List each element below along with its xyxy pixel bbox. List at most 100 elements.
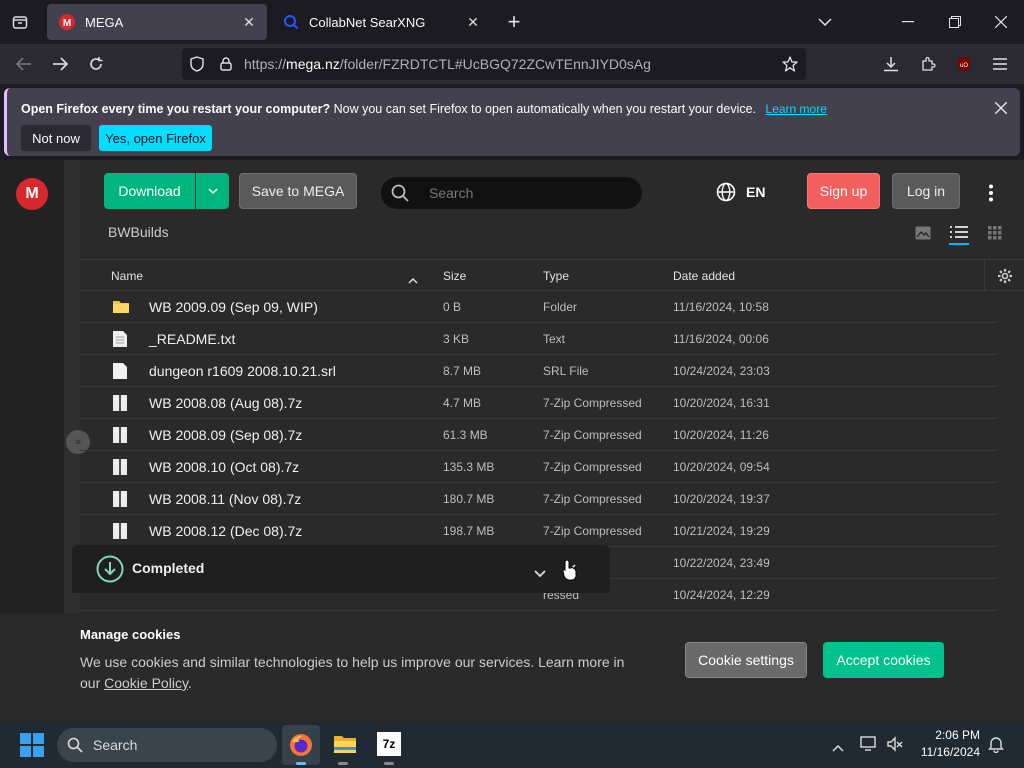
file-name: WB 2008.10 (Oct 08).7z	[149, 459, 300, 475]
mouse-pointer-icon	[562, 559, 578, 586]
mega-logo[interactable]: M	[16, 178, 48, 210]
file-size: 8.7 MB	[443, 364, 482, 378]
grid-view-icon[interactable]	[988, 226, 1002, 245]
file-size: 135.3 MB	[443, 460, 495, 474]
file-date: 10/20/2024, 16:31	[673, 396, 770, 410]
bookmark-star-icon[interactable]	[782, 56, 798, 72]
firefox-view-icon[interactable]	[6, 8, 34, 36]
restore-icon[interactable]	[941, 8, 969, 36]
table-row[interactable]: WB 2008.11 (Nov 08).7z 180.7 MB 7-Zip Co…	[80, 483, 997, 515]
firefox-icon	[289, 733, 313, 762]
file-size: 61.3 MB	[443, 428, 488, 442]
taskbar-search-box[interactable]: Search	[57, 728, 277, 762]
file-explorer-icon[interactable]	[333, 733, 357, 760]
text-file-icon	[112, 330, 130, 348]
log-in-button[interactable]: Log in	[892, 173, 960, 209]
table-row[interactable]: dungeon r1609 2008.10.21.srl 8.7 MB SRL …	[80, 355, 997, 387]
file-type: 7-Zip Compressed	[543, 524, 642, 538]
menu-hamburger-icon[interactable]	[986, 50, 1014, 78]
tab-searxng[interactable]: CollabNet SearXNG ✕	[271, 4, 491, 40]
learn-more-link[interactable]: Learn more	[766, 102, 827, 116]
notification-title: Open Firefox every time you restart your…	[21, 102, 331, 116]
more-options-icon[interactable]	[988, 184, 994, 207]
reload-icon[interactable]	[82, 50, 110, 78]
file-date: 10/22/2024, 23:49	[673, 556, 770, 570]
save-to-mega-button[interactable]: Save to MEGA	[239, 173, 357, 209]
close-tab-icon[interactable]: ✕	[465, 14, 481, 30]
thumbnail-view-icon[interactable]	[915, 226, 931, 245]
column-name[interactable]: Name	[111, 269, 143, 283]
archive-icon	[112, 522, 130, 540]
ublock-origin-icon[interactable]: uO	[950, 50, 978, 78]
column-type[interactable]: Type	[543, 269, 569, 283]
download-button[interactable]: Download	[104, 173, 195, 209]
sign-up-button[interactable]: Sign up	[807, 173, 880, 209]
tab-mega[interactable]: M MEGA ✕	[47, 4, 267, 40]
folder-icon	[112, 298, 130, 316]
table-row[interactable]: WB 2008.08 (Aug 08).7z 4.7 MB 7-Zip Comp…	[80, 387, 997, 419]
taskbar-search-label: Search	[93, 737, 138, 753]
table-row[interactable]: WB 2008.12 (Dec 08).7z 198.7 MB 7-Zip Co…	[80, 515, 997, 547]
forward-icon[interactable]	[46, 50, 74, 78]
7zip-icon[interactable]: 7z	[377, 732, 401, 756]
minimize-icon[interactable]	[894, 8, 922, 36]
sort-ascending-icon[interactable]	[408, 271, 418, 289]
url-path: /folder/FZRDTCTL#UcBGQ72ZCwTEnnJIYD0sAg	[339, 56, 651, 72]
file-type: 7-Zip Compressed	[543, 428, 642, 442]
show-hidden-icons-chevron-icon[interactable]	[832, 739, 844, 757]
downloads-icon[interactable]	[877, 50, 905, 78]
collapse-chevron-icon[interactable]	[534, 565, 546, 583]
archive-icon	[112, 490, 130, 508]
url-host: mega.nz	[286, 56, 340, 72]
folder-breadcrumb[interactable]: BWBuilds	[108, 224, 169, 240]
accept-cookies-button[interactable]: Accept cookies	[823, 642, 944, 678]
download-options-chevron-icon[interactable]	[196, 173, 229, 209]
column-settings-gear-icon[interactable]	[984, 260, 1024, 291]
search-input[interactable]: Search	[429, 185, 473, 201]
close-notification-icon[interactable]	[987, 94, 1015, 122]
close-tab-icon[interactable]: ✕	[241, 14, 257, 30]
notification-bell-icon[interactable]	[988, 735, 1004, 758]
file-name: dungeon r1609 2008.10.21.srl	[149, 363, 336, 379]
file-size: 3 KB	[443, 332, 470, 346]
cookie-settings-button[interactable]: Cookie settings	[685, 642, 807, 678]
notification-text: Now you can set Firefox to open automati…	[330, 102, 757, 116]
new-tab-icon[interactable]: +	[500, 8, 528, 36]
svg-text:uO: uO	[960, 63, 968, 69]
search-icon	[391, 184, 409, 207]
column-date-added[interactable]: Date added	[673, 269, 735, 283]
close-window-icon[interactable]	[987, 8, 1015, 36]
list-tabs-icon[interactable]	[811, 8, 839, 36]
table-row[interactable]: WB 2008.10 (Oct 08).7z 135.3 MB 7-Zip Co…	[80, 451, 997, 483]
tab-label: MEGA	[85, 14, 124, 30]
transfer-completed-panel[interactable]: Completed	[72, 545, 610, 593]
address-bar[interactable]: https://mega.nz/folder/FZRDTCTL#UcBGQ72Z…	[182, 48, 806, 80]
file-name: WB 2008.11 (Nov 08).7z	[149, 491, 302, 507]
back-icon[interactable]	[10, 50, 38, 78]
network-icon[interactable]	[860, 735, 878, 758]
extensions-icon[interactable]	[914, 50, 942, 78]
column-size[interactable]: Size	[443, 269, 466, 283]
tracking-protection-icon[interactable]	[190, 56, 206, 72]
yes-open-firefox-button[interactable]: Yes, open Firefox	[99, 125, 212, 151]
volume-muted-icon[interactable]	[886, 735, 904, 758]
lock-icon[interactable]	[220, 57, 234, 71]
table-row[interactable]: WB 2009.09 (Sep 09, WIP) 0 B Folder 11/1…	[80, 291, 997, 323]
taskbar-time[interactable]: 2:06 PM	[930, 728, 980, 742]
language-selector[interactable]: EN	[746, 184, 765, 200]
mega-page: M » Download Save to MEGA Search EN Sign…	[0, 160, 1024, 722]
list-view-icon[interactable]	[949, 224, 969, 251]
archive-icon	[112, 426, 130, 444]
url-text[interactable]: https://mega.nz/folder/FZRDTCTL#UcBGQ72Z…	[244, 56, 651, 72]
globe-icon[interactable]	[716, 182, 736, 207]
taskbar-date[interactable]: 11/16/2024	[918, 745, 980, 759]
archive-icon	[112, 394, 130, 412]
windows-start-icon[interactable]	[20, 733, 44, 762]
cookie-policy-link[interactable]: Cookie Policy	[104, 675, 188, 691]
taskbar-firefox[interactable]	[282, 725, 320, 765]
table-row[interactable]: _README.txt 3 KB Text 11/16/2024, 00:06	[80, 323, 997, 355]
table-row[interactable]: WB 2008.09 (Sep 08).7z 61.3 MB 7-Zip Com…	[80, 419, 997, 451]
not-now-button[interactable]: Not now	[21, 125, 91, 151]
cookie-text-line2: our Cookie Policy.	[80, 675, 192, 691]
search-box[interactable]: Search	[381, 177, 642, 209]
